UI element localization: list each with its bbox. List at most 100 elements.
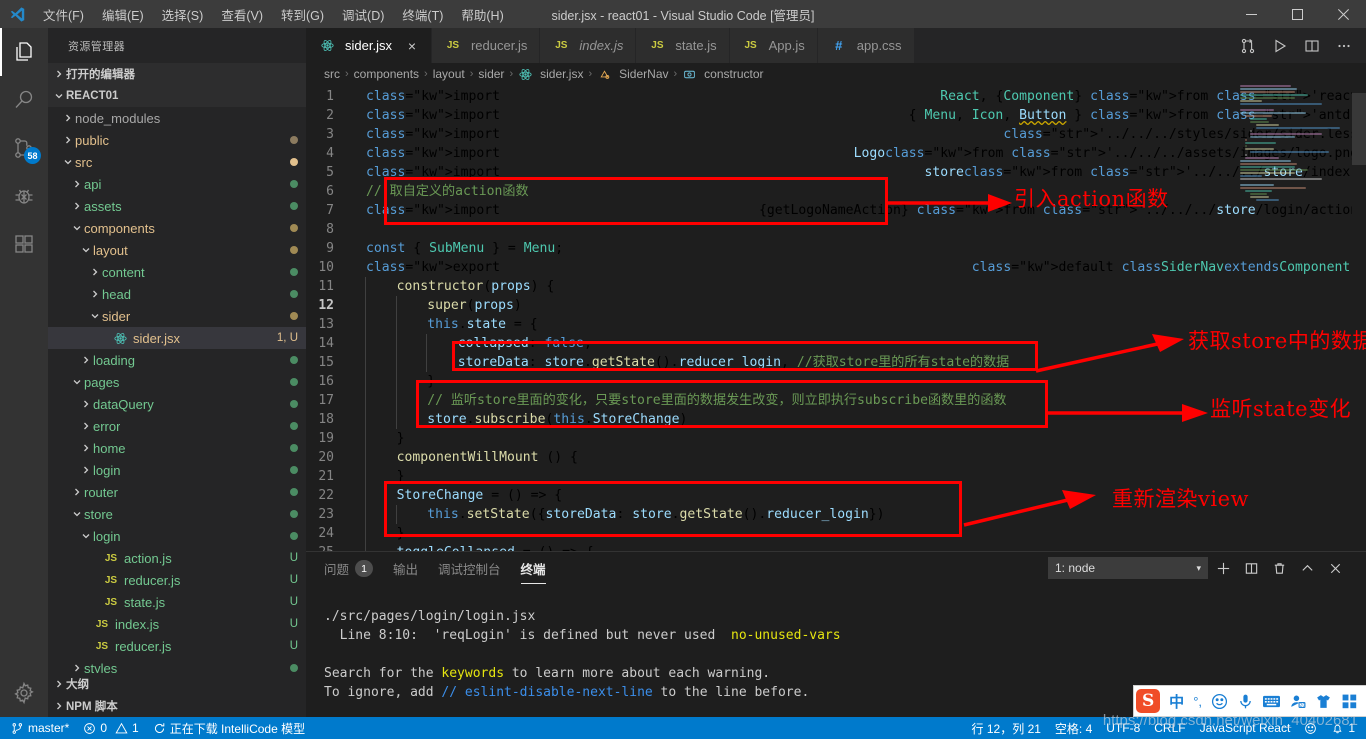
menu-bar[interactable]: 文件(F) 编辑(E) 选择(S) 查看(V) 转到(G) 调试(D) 终端(T… [34, 1, 513, 28]
debug-icon[interactable] [0, 172, 48, 220]
tree-folder-error[interactable]: error [48, 415, 306, 437]
menu-selection[interactable]: 选择(S) [153, 1, 213, 28]
breadcrumb-item-layout[interactable]: layout [433, 67, 465, 81]
source-control-icon[interactable]: 58 [0, 124, 48, 172]
code-line-20[interactable]: 20 componentWillMount () { [306, 448, 1366, 467]
status-eol[interactable]: CRLF [1147, 717, 1192, 739]
emoji-icon[interactable] [1211, 693, 1228, 710]
panel-tab-problems[interactable]: 问题 1 [324, 553, 374, 583]
code-line-25[interactable]: 25 toggleCollansed = () => { [306, 543, 1366, 551]
code-line-22[interactable]: 22 StoreChange = () => { [306, 486, 1366, 505]
tree-folder-router[interactable]: router [48, 481, 306, 503]
code-line-17[interactable]: 17 // 监听store里面的变化，只要store里面的数据发生改变，则立即执… [306, 391, 1366, 410]
tab-state-js[interactable]: JS state.js [636, 28, 730, 63]
tree-folder-store[interactable]: store [48, 503, 306, 525]
outline-section[interactable]: 大纲 [48, 673, 306, 695]
voice-input-icon[interactable] [1237, 693, 1254, 710]
code-line-16[interactable]: 16 } [306, 372, 1366, 391]
status-encoding[interactable]: UTF-8 [1099, 717, 1147, 739]
more-actions-icon[interactable] [1330, 32, 1358, 60]
tree-file-reducer-js[interactable]: JS reducer.js U [48, 569, 306, 591]
tab-index-js[interactable]: JS index.js [540, 28, 637, 63]
status-notifications[interactable]: 1 [1324, 717, 1362, 739]
terminal-select[interactable]: 1: node ▾ [1048, 557, 1208, 579]
panel-tab-output[interactable]: 输出 [393, 553, 418, 583]
code-line-10[interactable]: 10 class="kw">export class ="kw">default c… [306, 258, 1366, 277]
explorer-icon[interactable] [0, 28, 48, 76]
tree-folder-src[interactable]: src [48, 151, 306, 173]
panel-tab-terminal[interactable]: 终端 [520, 553, 546, 584]
breadcrumb-item-sider[interactable]: sider [478, 67, 504, 81]
split-terminal-icon[interactable] [1238, 555, 1264, 581]
code-line-9[interactable]: 9 const { SubMenu } = Menu; [306, 239, 1366, 258]
status-feedback-smiley-icon[interactable] [1297, 717, 1324, 739]
split-editor-diff-icon[interactable] [1234, 32, 1262, 60]
tree-file-reducer-js[interactable]: JS reducer.js U [48, 635, 306, 657]
tree-file-action-js[interactable]: JS action.js U [48, 547, 306, 569]
menu-go[interactable]: 转到(G) [272, 1, 333, 28]
split-editor-icon[interactable] [1298, 32, 1326, 60]
menu-edit[interactable]: 编辑(E) [93, 1, 153, 28]
menu-debug[interactable]: 调试(D) [333, 1, 393, 28]
tree-folder-head[interactable]: head [48, 283, 306, 305]
code-line-11[interactable]: 11 constructor(props) { [306, 277, 1366, 296]
menu-view[interactable]: 查看(V) [212, 1, 272, 28]
soft-keyboard-icon[interactable] [1263, 693, 1280, 710]
code-line-4[interactable]: 4 class="kw">import Logo class ="kw">from … [306, 144, 1366, 163]
editor-tabs[interactable]: sider.jsx × JS reducer.js JS index.js JS state.… [306, 28, 915, 63]
code-line-14[interactable]: 14 collapsed: false, [306, 334, 1366, 353]
tab-sider-jsx[interactable]: sider.jsx × [306, 28, 432, 63]
open-editors-section[interactable]: 打开的编辑器 [48, 63, 306, 85]
status-language-mode[interactable]: JavaScript React [1193, 717, 1298, 739]
code-line-6[interactable]: 6 // 取自定义的action函数 [306, 182, 1366, 201]
user-icon[interactable]: 20 [1289, 693, 1306, 710]
run-play-icon[interactable] [1266, 32, 1294, 60]
kill-terminal-icon[interactable] [1266, 555, 1292, 581]
tree-file-sider-jsx[interactable]: sider.jsx 1, U [48, 327, 306, 349]
tree-folder-layout[interactable]: layout [48, 239, 306, 261]
maximize-panel-icon[interactable] [1294, 555, 1320, 581]
tab-App-js[interactable]: JS App.js [729, 28, 818, 63]
search-icon[interactable] [0, 76, 48, 124]
status-branch[interactable]: master* [4, 717, 76, 739]
maximize-button[interactable] [1274, 0, 1320, 28]
code-line-18[interactable]: 18 store.subscribe(this.StoreChange) [306, 410, 1366, 429]
breadcrumb-item-constructor[interactable]: constructor [682, 67, 764, 81]
punctuation-icon[interactable]: °, [1193, 694, 1202, 709]
minimize-button[interactable] [1228, 0, 1274, 28]
close-button[interactable] [1320, 0, 1366, 28]
tree-folder-home[interactable]: home [48, 437, 306, 459]
tree-folder-login[interactable]: login [48, 525, 306, 547]
breadcrumb-item-SiderNav[interactable]: SiderNav [597, 67, 669, 81]
ime-toolbar[interactable]: S 中 °, 20 [1133, 685, 1366, 717]
panel-tab-debug-console[interactable]: 调试控制台 [438, 553, 501, 583]
code-line-2[interactable]: 2 class="kw">import { Menu, Icon, Button … [306, 106, 1366, 125]
tab-close-icon[interactable]: × [405, 39, 419, 53]
menu-help[interactable]: 帮助(H) [452, 1, 512, 28]
breadcrumb[interactable]: src › components › layout › sider › sider.jsx › Si… [306, 63, 1366, 85]
code-line-15[interactable]: 15 storeData: store.getState().reducer_l… [306, 353, 1366, 372]
tree-folder-api[interactable]: api [48, 173, 306, 195]
breadcrumb-item-sider-jsx[interactable]: sider.jsx [518, 67, 583, 81]
code-lines[interactable]: 1 class="kw">import React, {Component} cl… [306, 85, 1366, 551]
code-line-1[interactable]: 1 class="kw">import React, {Component} cl… [306, 87, 1366, 106]
tree-folder-dataQuery[interactable]: dataQuery [48, 393, 306, 415]
menu-terminal[interactable]: 终端(T) [393, 1, 452, 28]
tree-folder-components[interactable]: components [48, 217, 306, 239]
tab-reducer-js[interactable]: JS reducer.js [431, 28, 541, 63]
code-line-21[interactable]: 21 } [306, 467, 1366, 486]
tree-folder-loading[interactable]: loading [48, 349, 306, 371]
skin-icon[interactable] [1315, 693, 1332, 710]
status-indentation[interactable]: 空格: 4 [1048, 717, 1099, 739]
sogou-logo-icon[interactable]: S [1136, 689, 1161, 713]
tree-folder-styles[interactable]: styles [48, 657, 306, 673]
tree-folder-assets[interactable]: assets [48, 195, 306, 217]
status-task[interactable]: 正在下载 IntelliCode 模型 [146, 717, 312, 739]
breadcrumb-item-src[interactable]: src [324, 67, 340, 81]
tree-folder-pages[interactable]: pages [48, 371, 306, 393]
code-line-3[interactable]: 3 class="kw">import class ="str">'../../..… [306, 125, 1366, 144]
tree-folder-sider[interactable]: sider [48, 305, 306, 327]
status-cursor-position[interactable]: 行 12，列 21 [965, 717, 1048, 739]
npm-scripts-section[interactable]: NPM 脚本 [48, 695, 306, 717]
close-panel-icon[interactable] [1322, 555, 1348, 581]
